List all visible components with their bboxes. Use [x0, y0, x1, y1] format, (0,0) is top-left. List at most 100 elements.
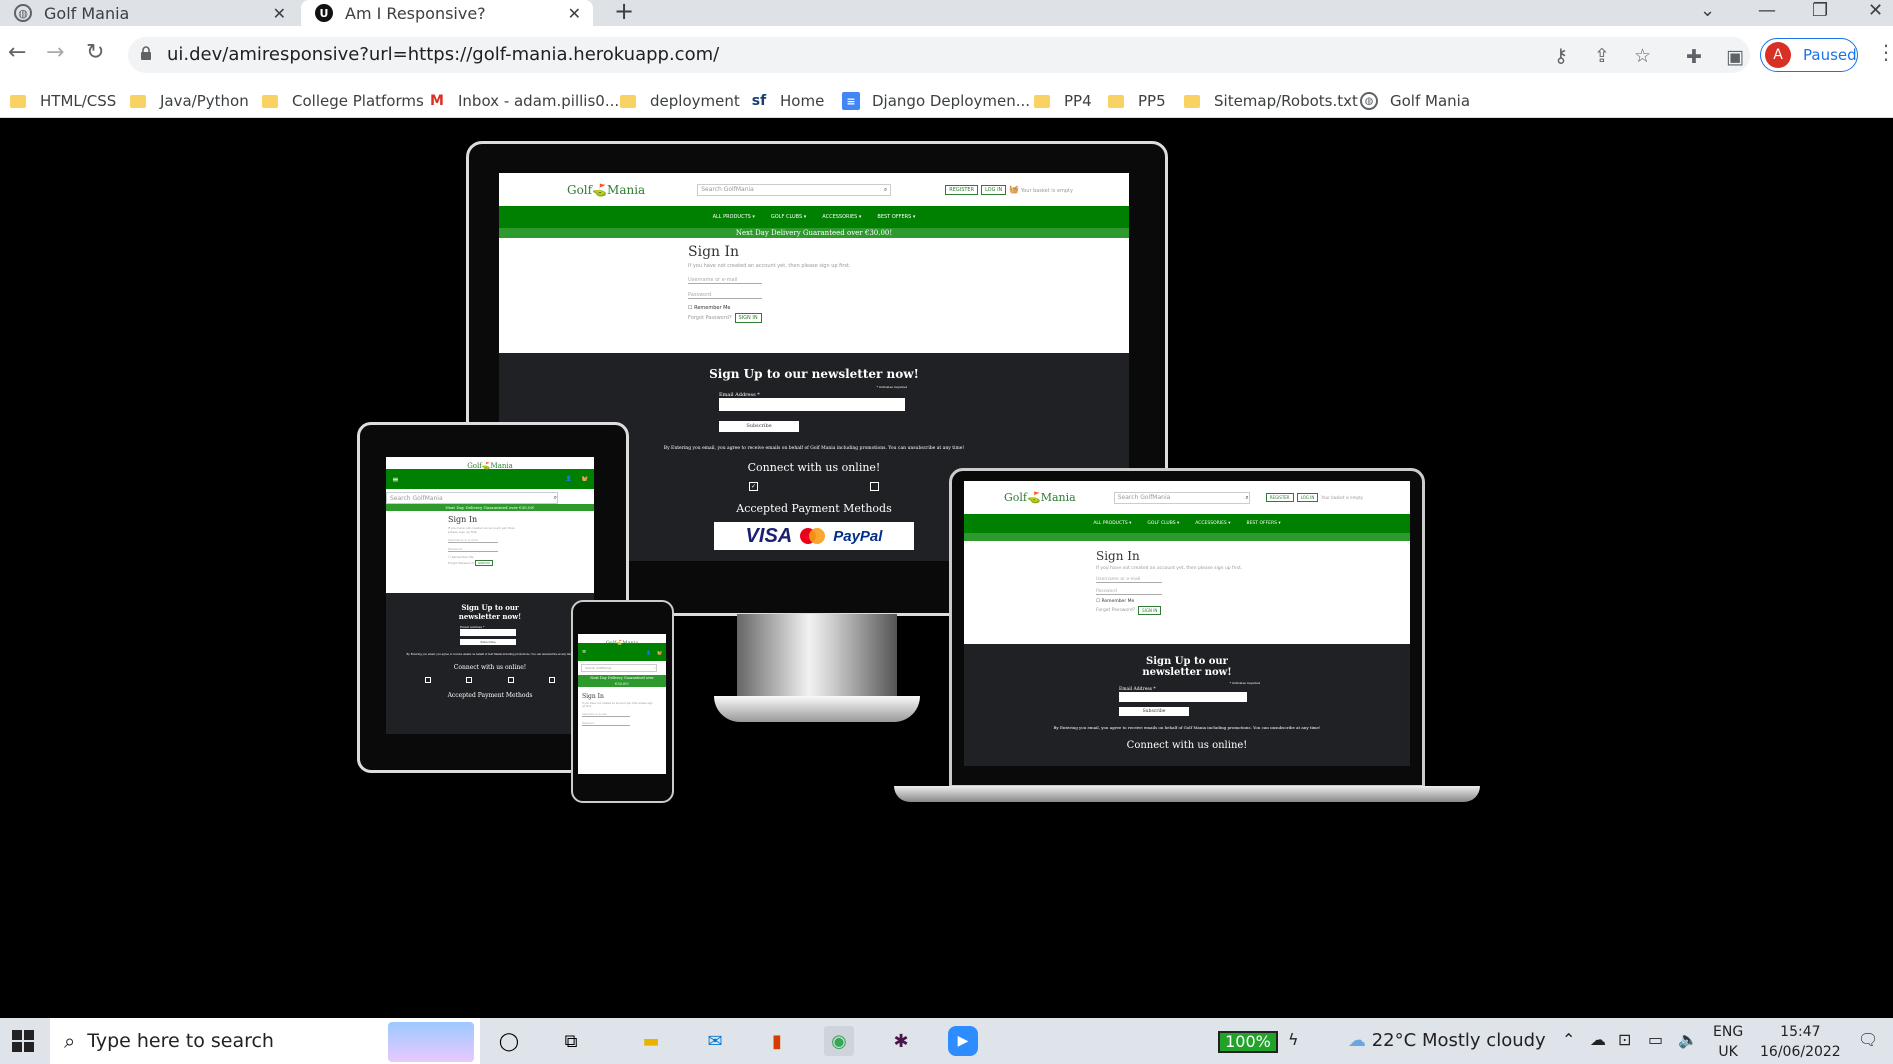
site-search-input[interactable]: Search GolfMania ⌕: [1113, 491, 1250, 504]
url-text[interactable]: ui.dev/amiresponsive?url=https://golf-ma…: [167, 44, 719, 65]
site-search-input[interactable]: Search GolfMania ⌕: [386, 492, 558, 504]
password-field[interactable]: Password: [448, 547, 498, 552]
site-logo[interactable]: Golf⛳Mania: [606, 640, 639, 646]
register-button[interactable]: REGISTER: [1265, 493, 1294, 502]
password-field[interactable]: Password: [688, 292, 762, 299]
taskbar-search-input[interactable]: ⌕ Type here to search: [50, 1018, 480, 1064]
side-panel-icon[interactable]: ▣: [1726, 46, 1744, 68]
chevron-up-icon[interactable]: ⌃: [1562, 1030, 1575, 1049]
nav-golf-clubs[interactable]: GOLF CLUBS ▾: [1147, 521, 1179, 526]
bookmark-pp4[interactable]: PP4: [1034, 84, 1092, 118]
weather-widget[interactable]: ☁ 22°C Mostly cloudy: [1348, 1030, 1546, 1051]
search-icon[interactable]: ⌕: [554, 494, 557, 502]
bookmark-html-css[interactable]: HTML/CSS: [10, 84, 116, 118]
nav-best-offers[interactable]: BEST OFFERS ▾: [877, 214, 915, 220]
basket-icon[interactable]: 🧺: [657, 650, 662, 655]
subscribe-button[interactable]: Subscribe: [1119, 707, 1189, 716]
newsletter-email-input[interactable]: [460, 629, 516, 636]
window-close-icon[interactable]: ✕: [1868, 0, 1883, 21]
password-field[interactable]: Password: [582, 722, 630, 726]
nav-best-offers[interactable]: BEST OFFERS ▾: [1246, 521, 1280, 526]
key-icon[interactable]: ⚷: [1554, 45, 1568, 67]
twitter-icon[interactable]: [466, 677, 473, 683]
newsletter-email-input[interactable]: [1119, 692, 1247, 702]
minimize-icon[interactable]: —: [1758, 0, 1776, 21]
remember-me-checkbox[interactable]: ☐ Remember Me: [688, 305, 1129, 311]
signin-button[interactable]: SIGN IN: [475, 560, 493, 566]
phone-screen[interactable]: Golf⛳Mania ≡ 👤 🧺 Search GolfMania ⌕ Next D…: [578, 634, 666, 774]
search-icon[interactable]: ⌕: [654, 666, 656, 670]
login-button[interactable]: LOG IN: [981, 184, 1007, 195]
login-button[interactable]: LOG IN: [1296, 493, 1319, 502]
task-view-icon[interactable]: ⧉: [556, 1026, 586, 1056]
username-field[interactable]: Username or e-mail: [582, 713, 630, 717]
tab-search-icon[interactable]: ⌄: [1700, 0, 1715, 21]
forgot-password-link[interactable]: Forgot Password? SIGN IN: [448, 560, 594, 566]
username-field[interactable]: Username or e-mail: [448, 538, 498, 543]
bookmark-django-deployment[interactable]: ≡ Django Deploymen...: [842, 84, 1030, 118]
bookmark-college-platforms[interactable]: College Platforms: [262, 84, 424, 118]
instagram-icon[interactable]: [870, 482, 879, 491]
zoom-icon[interactable]: ▶: [948, 1026, 978, 1056]
username-field[interactable]: Username or e-mail: [1096, 577, 1162, 583]
site-search-input[interactable]: Search GolfMania ⌕: [581, 664, 657, 672]
profile-button[interactable]: A Paused: [1760, 38, 1858, 72]
restore-icon[interactable]: ❐: [1812, 0, 1828, 21]
basket-status[interactable]: 🧺 Your basket is empty: [1009, 185, 1073, 194]
bookmark-inbox[interactable]: M Inbox - adam.pillis0...: [428, 84, 619, 118]
file-explorer-icon[interactable]: ▬: [636, 1026, 666, 1056]
password-field[interactable]: Password: [1096, 589, 1162, 595]
star-icon[interactable]: ☆: [1634, 45, 1651, 67]
new-tab-button[interactable]: +: [614, 0, 634, 23]
register-button[interactable]: REGISTER: [945, 184, 979, 195]
basket-icon[interactable]: 🧺: [582, 476, 588, 482]
newsletter-email-input[interactable]: [719, 398, 905, 411]
site-logo[interactable]: Golf⛳Mania: [467, 462, 513, 470]
address-bar[interactable]: ui.dev/amiresponsive?url=https://golf-ma…: [128, 37, 1750, 73]
bookmark-sitemap[interactable]: Sitemap/Robots.txt: [1184, 84, 1358, 118]
reload-icon[interactable]: ↻: [86, 40, 104, 65]
search-icon[interactable]: ⌕: [1245, 494, 1248, 502]
bookmark-home[interactable]: sf Home: [750, 84, 825, 118]
bookmark-java-python[interactable]: Java/Python: [130, 84, 249, 118]
tablet-screen[interactable]: Golf⛳Mania ≡ 👤 🧺 Search GolfMania ⌕ Next D…: [386, 457, 594, 734]
slack-icon[interactable]: ✱: [886, 1026, 916, 1056]
hamburger-icon[interactable]: ≡: [582, 649, 586, 655]
nav-all-products[interactable]: ALL PRODUCTS ▾: [1093, 521, 1131, 526]
remember-me-checkbox[interactable]: ☐ Remember Me: [1096, 599, 1410, 604]
notifications-icon[interactable]: 🗨: [1858, 1030, 1878, 1049]
mail-icon[interactable]: ✉: [700, 1026, 730, 1056]
forgot-password-link[interactable]: Forgot Password?: [1096, 608, 1135, 613]
site-logo[interactable]: Golf⛳Mania: [1004, 491, 1076, 504]
remember-me-checkbox[interactable]: ☐ Remember Me: [448, 555, 594, 559]
search-icon[interactable]: ⌕: [884, 186, 887, 194]
language-indicator[interactable]: ENG UK: [1713, 1022, 1743, 1062]
office-icon[interactable]: ▮: [762, 1026, 792, 1056]
close-icon[interactable]: ✕: [273, 4, 286, 23]
nav-all-products[interactable]: ALL PRODUCTS ▾: [713, 214, 755, 220]
signin-button[interactable]: SIGN IN: [1138, 606, 1162, 615]
site-logo[interactable]: Golf⛳Mania: [567, 183, 645, 197]
signin-button[interactable]: SIGN IN: [734, 313, 762, 323]
battery-icon[interactable]: ▭: [1648, 1030, 1663, 1049]
tab-golf-mania[interactable]: ◍ Golf Mania ✕: [0, 0, 298, 26]
chrome-icon[interactable]: ◉: [824, 1026, 854, 1056]
basket-status[interactable]: Your basket is empty: [1321, 495, 1363, 500]
close-icon[interactable]: ✕: [568, 4, 581, 23]
youtube-icon[interactable]: [548, 677, 555, 683]
tab-am-i-responsive[interactable]: U Am I Responsive? ✕: [301, 0, 593, 26]
forward-icon[interactable]: →: [46, 40, 64, 65]
account-icon[interactable]: 👤: [646, 650, 651, 655]
instagram-icon[interactable]: [507, 677, 514, 683]
hamburger-icon[interactable]: ≡: [392, 475, 399, 484]
twitter-icon[interactable]: ✓: [749, 482, 758, 491]
battery-percentage[interactable]: 100%: [1218, 1031, 1278, 1053]
nav-accessories[interactable]: ACCESSORIES ▾: [822, 214, 861, 220]
windows-start-icon[interactable]: [12, 1030, 34, 1052]
share-icon[interactable]: ⇪: [1594, 45, 1610, 67]
username-field[interactable]: Username or e-mail: [688, 277, 762, 284]
bookmark-golf-mania[interactable]: ◍ Golf Mania: [1360, 84, 1470, 118]
extensions-icon[interactable]: ✚: [1686, 46, 1702, 68]
cortana-icon[interactable]: ◯: [494, 1026, 524, 1056]
network-icon[interactable]: ⊡: [1618, 1030, 1631, 1049]
